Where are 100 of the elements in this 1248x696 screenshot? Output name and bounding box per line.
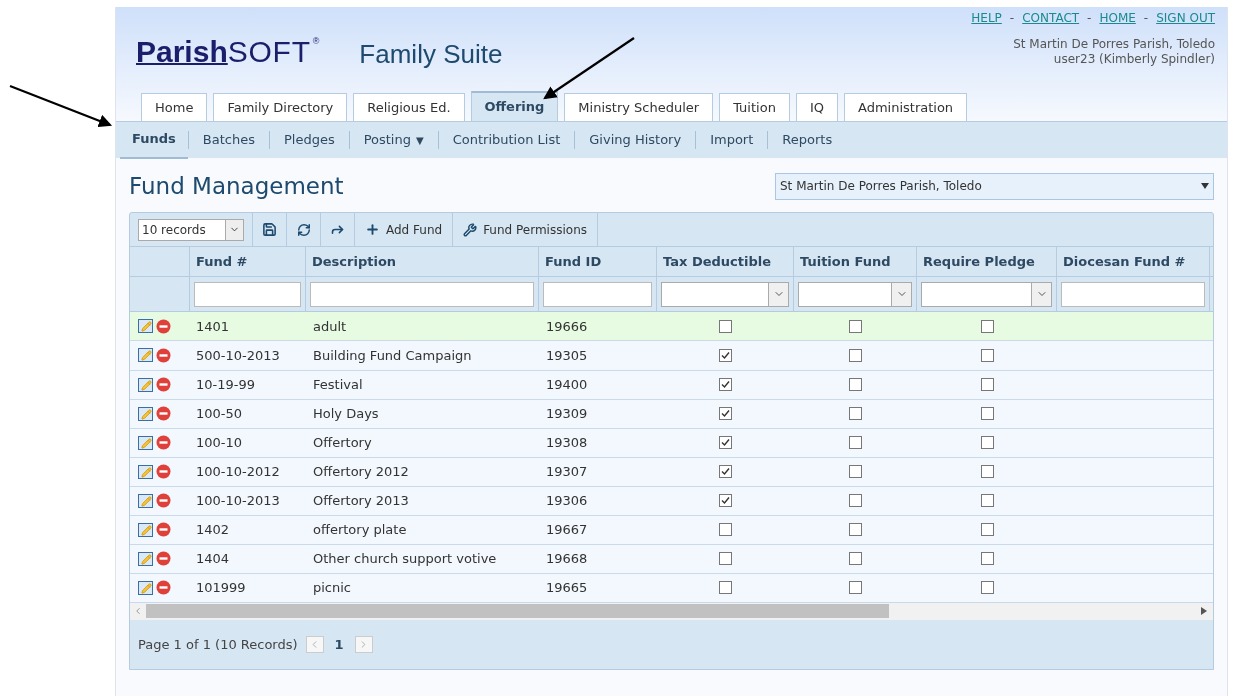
checkbox[interactable] bbox=[719, 523, 732, 537]
checkbox[interactable] bbox=[719, 436, 732, 450]
edit-icon[interactable] bbox=[138, 435, 153, 450]
nav-tab[interactable]: Religious Ed. bbox=[353, 93, 465, 121]
scroll-right-icon[interactable] bbox=[1201, 607, 1207, 616]
column-header[interactable]: Require Pledge bbox=[917, 247, 1057, 276]
delete-icon[interactable] bbox=[156, 435, 171, 451]
edit-icon[interactable] bbox=[138, 319, 153, 334]
delete-icon[interactable] bbox=[156, 580, 171, 596]
delete-icon[interactable] bbox=[156, 551, 171, 567]
column-header[interactable]: Tax Deductible bbox=[657, 247, 794, 276]
column-header[interactable]: Diocesan Fund # bbox=[1057, 247, 1210, 276]
delete-icon[interactable] bbox=[156, 406, 171, 422]
checkbox[interactable] bbox=[849, 523, 862, 537]
subnav-link[interactable]: Batches bbox=[188, 121, 269, 159]
checkbox[interactable] bbox=[980, 552, 994, 566]
table-row[interactable]: 1402 offertory plate 19667 bbox=[130, 515, 1213, 545]
delete-icon[interactable] bbox=[156, 348, 171, 363]
page-size-select[interactable]: 10 records bbox=[138, 218, 244, 241]
checkbox[interactable] bbox=[719, 465, 732, 479]
checkbox[interactable] bbox=[980, 436, 994, 450]
table-row[interactable]: 100-10-2013 Offertory 2013 19306 bbox=[130, 486, 1213, 516]
checkbox[interactable] bbox=[849, 349, 862, 362]
add-fund-button[interactable]: Add Fund bbox=[355, 213, 454, 247]
checkbox[interactable] bbox=[719, 552, 732, 566]
column-header[interactable]: Fund # bbox=[190, 247, 306, 276]
filter-select[interactable] bbox=[921, 281, 1052, 307]
checkbox[interactable] bbox=[980, 319, 994, 333]
table-cell-text: 1401 bbox=[195, 317, 231, 336]
filter-select[interactable] bbox=[798, 281, 912, 307]
checkbox[interactable] bbox=[849, 494, 862, 508]
checkbox[interactable] bbox=[719, 378, 732, 392]
edit-icon[interactable] bbox=[138, 377, 153, 392]
current-page[interactable]: 1 bbox=[331, 634, 347, 655]
table-row[interactable]: 1404 Other church support votive 19668 bbox=[130, 544, 1213, 574]
nav-tab[interactable]: Ministry Scheduler bbox=[564, 93, 714, 121]
table-row[interactable]: 101999 picnic 19665 bbox=[130, 573, 1213, 603]
filter-field[interactable] bbox=[1061, 281, 1205, 307]
checkbox[interactable] bbox=[980, 523, 994, 537]
delete-icon[interactable] bbox=[156, 493, 171, 509]
delete-icon[interactable] bbox=[156, 318, 171, 334]
table-cell-text: adult bbox=[312, 317, 348, 336]
delete-icon[interactable] bbox=[156, 522, 171, 538]
edit-icon[interactable] bbox=[138, 522, 153, 537]
column-header[interactable]: Description bbox=[306, 247, 539, 276]
column-header[interactable]: Tuition Fund bbox=[794, 247, 917, 276]
checkbox[interactable] bbox=[719, 407, 732, 421]
checkbox[interactable] bbox=[980, 349, 994, 362]
checkbox[interactable] bbox=[849, 407, 862, 421]
delete-icon[interactable] bbox=[156, 464, 171, 480]
edit-icon[interactable] bbox=[138, 348, 153, 363]
column-header[interactable]: Fund ID bbox=[539, 247, 657, 276]
edit-icon[interactable] bbox=[138, 406, 153, 421]
subnav-link[interactable]: Import bbox=[696, 121, 768, 159]
checkbox[interactable] bbox=[849, 436, 862, 450]
checkbox[interactable] bbox=[980, 465, 994, 479]
parish-select[interactable]: St Martin De Porres Parish, Toledo bbox=[775, 172, 1214, 200]
subnav-link[interactable]: Giving History bbox=[575, 121, 696, 159]
subnav-link[interactable]: Pledges bbox=[269, 121, 349, 159]
nav-tab[interactable]: Administration bbox=[843, 93, 968, 121]
filter-field[interactable] bbox=[310, 281, 534, 307]
table-row[interactable]: 10-19-99 Festival 19400 bbox=[130, 370, 1213, 400]
checkbox[interactable] bbox=[980, 407, 994, 421]
filter-select[interactable] bbox=[661, 281, 789, 307]
checkbox[interactable] bbox=[719, 581, 732, 595]
checkbox[interactable] bbox=[849, 552, 862, 566]
nav-tab[interactable]: Family Directory bbox=[213, 93, 348, 121]
subnav-link[interactable]: Reports bbox=[768, 121, 847, 159]
fund-permissions-button[interactable]: Fund Permissions bbox=[453, 213, 598, 247]
edit-icon[interactable] bbox=[138, 464, 153, 479]
checkbox[interactable] bbox=[849, 378, 862, 392]
nav-tab[interactable]: IQ bbox=[795, 93, 838, 121]
nav-tab[interactable]: Offering bbox=[470, 91, 559, 121]
checkbox[interactable] bbox=[980, 494, 994, 508]
nav-tab[interactable]: Tuition bbox=[719, 93, 790, 121]
checkbox[interactable] bbox=[719, 494, 732, 508]
checkbox[interactable] bbox=[980, 378, 994, 392]
checkbox[interactable] bbox=[980, 581, 994, 595]
nav-tab[interactable]: Home bbox=[141, 93, 208, 121]
checkbox[interactable] bbox=[719, 319, 732, 333]
edit-icon[interactable] bbox=[138, 493, 153, 508]
checkbox[interactable] bbox=[849, 465, 862, 479]
table-cell-text: Offertory 2013 bbox=[312, 491, 410, 510]
table-row[interactable]: 100-50 Holy Days 19309 bbox=[130, 399, 1213, 429]
checkbox[interactable] bbox=[849, 581, 862, 595]
delete-icon[interactable] bbox=[156, 377, 171, 393]
table-row[interactable]: 500-10-2013 Building Fund Campaign 19305 bbox=[130, 341, 1213, 371]
table-row[interactable]: 1401 adult 19666 bbox=[130, 312, 1213, 342]
table-cell-text: 1402 bbox=[195, 521, 231, 539]
filter-field[interactable] bbox=[543, 281, 652, 307]
scrollbar-thumb[interactable] bbox=[146, 604, 889, 619]
table-row[interactable]: 100-10 Offertory 19308 bbox=[130, 428, 1213, 458]
filter-field[interactable] bbox=[194, 281, 301, 307]
checkbox[interactable] bbox=[849, 319, 862, 333]
table-row[interactable]: 100-10-2012 Offertory 2012 19307 bbox=[130, 457, 1213, 487]
subnav-link[interactable]: Contribution List bbox=[438, 121, 575, 159]
subnav-link[interactable]: Posting ▼ bbox=[349, 121, 438, 159]
edit-icon[interactable] bbox=[138, 551, 153, 566]
checkbox[interactable] bbox=[719, 349, 732, 362]
edit-icon[interactable] bbox=[138, 580, 153, 595]
